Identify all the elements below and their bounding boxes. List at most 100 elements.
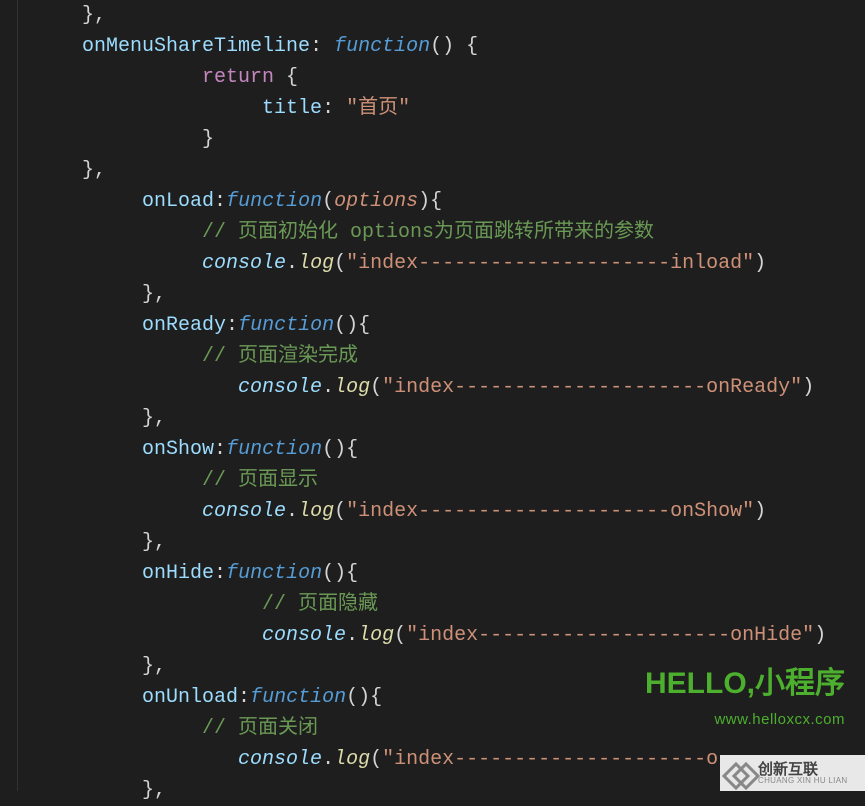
code-line[interactable]: }, <box>22 155 865 186</box>
code-token: "index---------------------o <box>382 748 718 771</box>
code-line[interactable]: // 页面隐藏 <box>22 589 865 620</box>
code-token: : <box>310 35 334 58</box>
code-token: : <box>226 314 238 337</box>
logo-icon <box>726 760 752 786</box>
code-token: onUnload <box>142 686 238 709</box>
code-token: "index---------------------inload" <box>346 252 754 275</box>
code-token: "index---------------------onShow" <box>346 500 754 523</box>
code-token: . <box>322 748 334 771</box>
code-token: function <box>238 314 334 337</box>
code-token: }, <box>142 283 166 306</box>
code-token: ( <box>370 376 382 399</box>
code-token: // 页面显示 <box>202 469 318 492</box>
code-line[interactable]: return { <box>22 62 865 93</box>
code-token: ( <box>394 624 406 647</box>
code-line[interactable]: // 页面显示 <box>22 465 865 496</box>
code-token: () <box>346 686 370 709</box>
code-token: . <box>322 376 334 399</box>
code-token: function <box>250 686 346 709</box>
code-token: "index---------------------onReady" <box>382 376 802 399</box>
code-token: ) <box>802 376 814 399</box>
code-line[interactable]: onLoad:function(options){ <box>22 186 865 217</box>
code-token: }, <box>142 407 166 430</box>
code-token: }, <box>142 655 166 678</box>
code-line[interactable]: } <box>22 124 865 155</box>
code-token: () <box>334 314 358 337</box>
code-line[interactable]: console.log("index---------------------o… <box>22 496 865 527</box>
code-token: { <box>358 314 370 337</box>
code-token: onMenuShareTimeline <box>82 35 310 58</box>
code-line[interactable]: console.log("index---------------------i… <box>22 248 865 279</box>
code-token: log <box>298 252 334 275</box>
code-token: () <box>430 35 466 58</box>
code-token: console <box>202 252 286 275</box>
code-token: . <box>286 252 298 275</box>
code-token: console <box>238 376 322 399</box>
code-token: . <box>286 500 298 523</box>
code-token: "index---------------------onHide" <box>406 624 814 647</box>
code-token: { <box>346 562 358 585</box>
watermark: HELLO,小程序 www.helloxcx.com <box>645 661 845 731</box>
code-line[interactable]: // 页面渲染完成 <box>22 341 865 372</box>
code-token: console <box>238 748 322 771</box>
code-line[interactable]: onShow:function(){ <box>22 434 865 465</box>
code-token: : <box>214 562 226 585</box>
code-token: () <box>322 438 346 461</box>
code-token: }, <box>142 531 166 554</box>
code-token: ) <box>754 252 766 275</box>
code-token: { <box>286 66 298 89</box>
watermark-url: www.helloxcx.com <box>645 708 845 731</box>
code-line[interactable]: console.log("index---------------------o… <box>22 620 865 651</box>
code-line[interactable]: title: "首页" <box>22 93 865 124</box>
code-line[interactable]: }, <box>22 279 865 310</box>
code-line[interactable]: onReady:function(){ <box>22 310 865 341</box>
code-token: onHide <box>142 562 214 585</box>
code-token: ) <box>418 190 430 213</box>
code-token: { <box>346 438 358 461</box>
code-token: log <box>358 624 394 647</box>
code-line[interactable]: console.log("index---------------------o… <box>22 372 865 403</box>
code-token: { <box>430 190 442 213</box>
code-line[interactable]: }, <box>22 0 865 31</box>
code-token: onReady <box>142 314 226 337</box>
code-token: : <box>238 686 250 709</box>
code-token: ( <box>334 252 346 275</box>
code-token: console <box>202 500 286 523</box>
code-token: } <box>202 128 214 151</box>
code-token: function <box>334 35 430 58</box>
code-token: }, <box>82 4 106 27</box>
code-token: "首页" <box>346 97 410 120</box>
code-token: ( <box>322 190 334 213</box>
logo-text-en: CHUANG XIN HU LIAN <box>758 777 847 785</box>
code-token: log <box>334 376 370 399</box>
code-token: log <box>334 748 370 771</box>
code-line[interactable]: onMenuShareTimeline: function() { <box>22 31 865 62</box>
logo-text-cn: 创新互联 <box>758 762 847 777</box>
code-token: title <box>262 97 322 120</box>
code-token: : <box>214 438 226 461</box>
code-token: { <box>466 35 478 58</box>
editor-gutter <box>0 0 18 791</box>
code-line[interactable]: // 页面初始化 options为页面跳转所带来的参数 <box>22 217 865 248</box>
code-token: // 页面渲染完成 <box>202 345 358 368</box>
code-line[interactable]: }, <box>22 527 865 558</box>
code-token: options <box>334 190 418 213</box>
code-token: // 页面隐藏 <box>262 593 378 616</box>
code-token: : <box>322 97 346 120</box>
code-token: ( <box>370 748 382 771</box>
code-token: }, <box>82 159 106 182</box>
code-token: // 页面关闭 <box>202 717 318 740</box>
code-token: // 页面初始化 options为页面跳转所带来的参数 <box>202 221 654 244</box>
code-line[interactable]: onHide:function(){ <box>22 558 865 589</box>
code-token: { <box>370 686 382 709</box>
code-token: console <box>262 624 346 647</box>
code-token: () <box>322 562 346 585</box>
code-token: function <box>226 438 322 461</box>
watermark-title: HELLO,小程序 <box>645 661 845 708</box>
code-line[interactable]: }, <box>22 403 865 434</box>
code-token: onLoad <box>142 190 214 213</box>
code-token: log <box>298 500 334 523</box>
code-token: function <box>226 190 322 213</box>
footer-logo: 创新互联 CHUANG XIN HU LIAN <box>720 755 865 791</box>
code-token: ) <box>814 624 826 647</box>
